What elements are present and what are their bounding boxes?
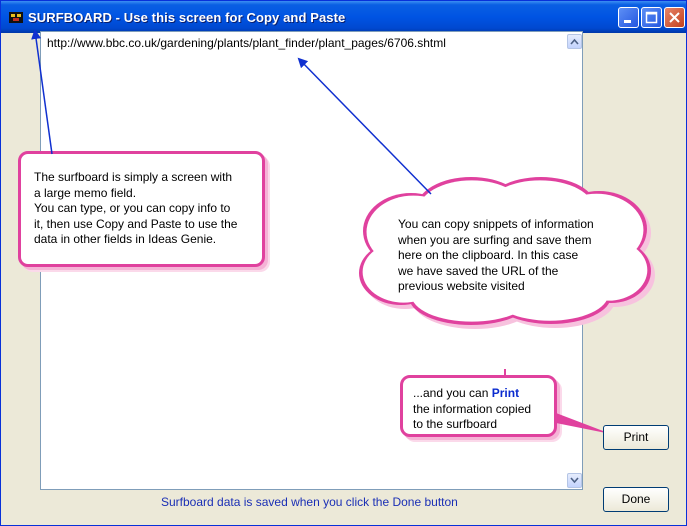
print-callout-prefix: ...and you can [413, 386, 492, 400]
title-bar[interactable]: SURFBOARD - Use this screen for Copy and… [1, 1, 686, 33]
maximize-icon [645, 11, 658, 24]
print-callout-line: the information copied [413, 401, 532, 416]
done-button[interactable]: Done [603, 487, 669, 512]
scroll-down-button[interactable] [567, 473, 582, 488]
cloud-line: when you are surfing and save them [398, 232, 592, 247]
callout-line: it, then use Copy and Paste to use the [34, 216, 238, 231]
cloud-line: You can copy snippets of information [398, 217, 594, 231]
print-info-callout: ...and you can Print the information cop… [400, 375, 557, 437]
callout-line: a large memo field. [34, 185, 137, 200]
maximize-button[interactable] [641, 7, 662, 28]
print-highlight: Print [491, 386, 520, 400]
chevron-down-icon [570, 477, 579, 484]
close-icon [669, 12, 680, 23]
surfboard-app-icon[interactable] [8, 9, 24, 25]
callout-line: The surfboard is simply a screen with [34, 170, 233, 184]
callout-line: You can type, or you can copy info to [34, 201, 231, 215]
memo-info-callout: The surfboard is simply a screen with a … [18, 151, 265, 267]
cloud-line: here on the clipboard. In this case [398, 248, 579, 262]
callout-line: data in other fields in Ideas Genie. [34, 232, 217, 246]
chevron-up-icon [570, 38, 579, 45]
scroll-up-button[interactable] [567, 34, 582, 49]
clipboard-info-text: You can copy snippets of information whe… [398, 217, 594, 295]
save-notice: Surfboard data is saved when you click t… [161, 495, 458, 509]
surfboard-window: SURFBOARD - Use this screen for Copy and… [0, 0, 687, 526]
window-title: SURFBOARD - Use this screen for Copy and… [28, 10, 346, 25]
memo-value[interactable]: http://www.bbc.co.uk/gardening/plants/pl… [47, 36, 446, 50]
minimize-icon [624, 20, 631, 23]
print-callout-line: to the surfboard [413, 417, 498, 431]
print-button[interactable]: Print [603, 425, 669, 450]
minimize-button[interactable] [618, 7, 639, 28]
cloud-line: previous website visited [398, 279, 525, 293]
close-button[interactable] [664, 7, 685, 28]
cloud-line: we have saved the URL of the [398, 263, 559, 278]
